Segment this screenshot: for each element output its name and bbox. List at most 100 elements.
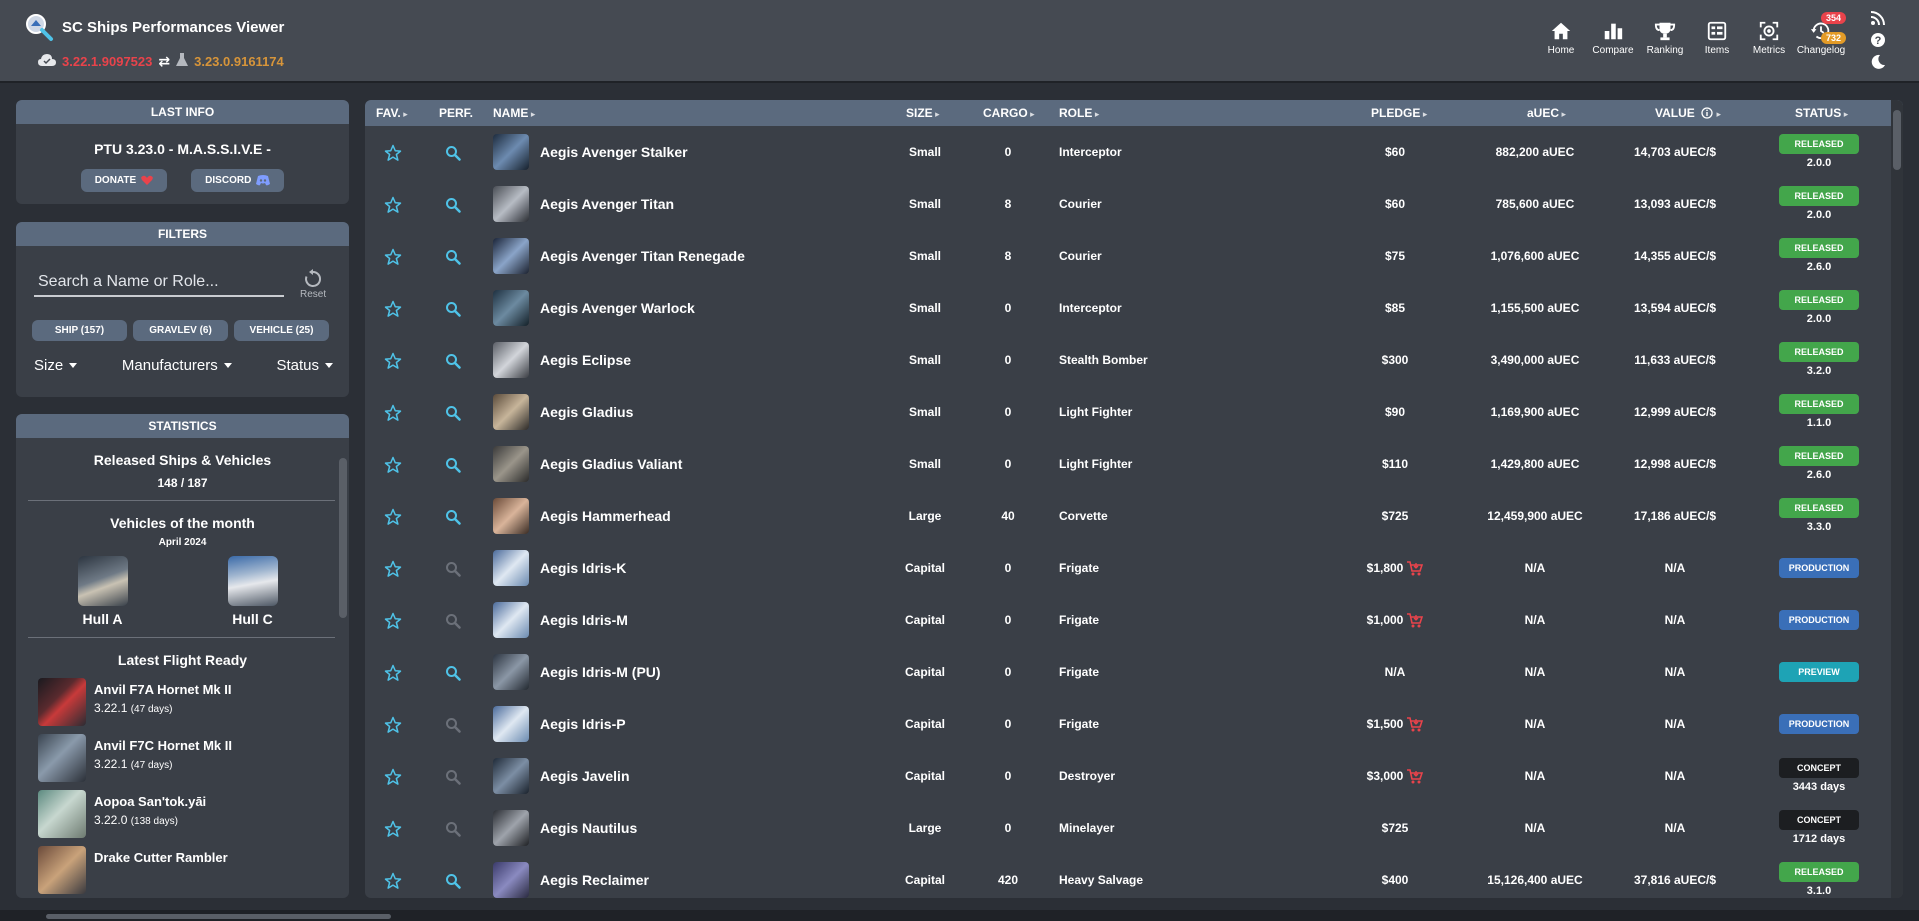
discord-button[interactable]: DISCORD (191, 169, 285, 192)
favorite-star-icon[interactable] (384, 230, 402, 282)
favorite-star-icon[interactable] (384, 282, 402, 334)
header-value[interactable]: VALUE ▸ (1655, 100, 1721, 127)
performance-search-icon[interactable] (445, 126, 461, 178)
horizontal-scrollbar[interactable] (0, 910, 1919, 921)
table-row[interactable]: Aegis Idris-P Capital 0 Frigate $1,500 N/A N/A… (365, 698, 1903, 750)
ship-name[interactable]: Aegis Nautilus (540, 802, 637, 854)
performance-search-icon[interactable] (445, 178, 461, 230)
ship-name[interactable]: Aegis Avenger Stalker (540, 126, 688, 178)
table-row[interactable]: Aegis Javelin Capital 0 Destroyer $3,000 N/A N… (365, 750, 1903, 802)
nav-compare[interactable]: Compare (1587, 20, 1639, 56)
table-row[interactable]: Aegis Gladius Valiant Small 0 Light Fighter… (365, 438, 1903, 490)
ship-name[interactable]: Aegis Gladius Valiant (540, 438, 682, 490)
donate-button[interactable]: DONATE (80, 169, 168, 192)
list-item[interactable]: Aopoa San'tok.yāi 3.22.0 (138 days) (38, 790, 349, 846)
performance-search-icon[interactable] (445, 490, 461, 542)
ship-name[interactable]: Aegis Javelin (540, 750, 630, 802)
performance-search-icon[interactable] (445, 646, 461, 698)
ship-name[interactable]: Aegis Idris-M (PU) (540, 646, 661, 698)
cart-icon[interactable] (1407, 717, 1424, 732)
size-dropdown[interactable]: Size (34, 357, 77, 374)
ship-name[interactable]: Aegis Avenger Titan (540, 178, 674, 230)
table-row[interactable]: Aegis Reclaimer Capital 420 Heavy Salvage $4… (365, 854, 1903, 898)
favorite-star-icon[interactable] (384, 126, 402, 178)
nav-changelog[interactable]: Changelog 354 732 (1795, 12, 1847, 56)
reset-button[interactable]: Reset (300, 269, 326, 300)
table-row[interactable]: Aegis Avenger Titan Renegade Small 8 Courie… (365, 230, 1903, 282)
chip-vehicle[interactable]: VEHICLE (25) (234, 320, 329, 341)
favorite-star-icon[interactable] (384, 542, 402, 594)
brand[interactable]: SC Ships Performances Viewer (24, 12, 284, 42)
favorite-star-icon[interactable] (384, 334, 402, 386)
favorite-star-icon[interactable] (384, 750, 402, 802)
vehicle-of-month-item[interactable]: Hull C (227, 556, 278, 627)
ship-name[interactable]: Aegis Hammerhead (540, 490, 671, 542)
ship-name[interactable]: Aegis Avenger Warlock (540, 282, 695, 334)
nav-items[interactable]: Items (1691, 20, 1743, 56)
header-fav[interactable]: FAV. (376, 100, 408, 127)
favorite-star-icon[interactable] (384, 698, 402, 750)
nav-ranking[interactable]: Ranking (1639, 20, 1691, 56)
favorite-star-icon[interactable] (384, 438, 402, 490)
header-name[interactable]: NAME (493, 100, 535, 127)
search-input[interactable] (34, 269, 284, 297)
header-status[interactable]: STATUS (1795, 100, 1848, 127)
scrollbar[interactable] (1891, 100, 1903, 898)
dark-mode-icon[interactable] (1870, 54, 1886, 70)
favorite-star-icon[interactable] (384, 646, 402, 698)
table-row[interactable]: Aegis Eclipse Small 0 Stealth Bomber $300 3,4… (365, 334, 1903, 386)
info-icon[interactable] (1701, 107, 1713, 119)
status-dropdown[interactable]: Status (276, 357, 333, 374)
list-item[interactable]: Drake Cutter Rambler (38, 846, 349, 898)
chip-gravlev[interactable]: GRAVLEV (6) (133, 320, 228, 341)
performance-search-icon[interactable] (445, 334, 461, 386)
performance-search-icon[interactable] (445, 854, 461, 898)
ship-name[interactable]: Aegis Idris-P (540, 698, 626, 750)
statistics-scroll-area[interactable]: Released Ships & Vehicles 148 / 187 Vehi… (16, 438, 349, 898)
manufacturers-dropdown[interactable]: Manufacturers (122, 357, 232, 374)
list-item[interactable]: Anvil F7C Hornet Mk II 3.22.1 (47 days) (38, 734, 349, 790)
table-row[interactable]: Aegis Idris-M Capital 0 Frigate $1,000 N/A N/A… (365, 594, 1903, 646)
header-pledge[interactable]: PLEDGE (1371, 100, 1427, 127)
table-row[interactable]: Aegis Gladius Small 0 Light Fighter $90 1,169… (365, 386, 1903, 438)
favorite-star-icon[interactable] (384, 386, 402, 438)
ship-name[interactable]: Aegis Eclipse (540, 334, 631, 386)
favorite-star-icon[interactable] (384, 490, 402, 542)
table-row[interactable]: Aegis Idris-M (PU) Capital 0 Frigate N/A N/A N… (365, 646, 1903, 698)
performance-search-icon[interactable] (445, 282, 461, 334)
list-item[interactable]: Anvil F7A Hornet Mk II 3.22.1 (47 days) (38, 678, 349, 734)
swap-icon[interactable]: ⇄ (158, 53, 170, 70)
header-cargo[interactable]: CARGO (983, 100, 1035, 127)
ship-name[interactable]: Aegis Avenger Titan Renegade (540, 230, 745, 282)
table-row[interactable]: Aegis Nautilus Large 0 Minelayer $725 N/A N/A C… (365, 802, 1903, 854)
chip-ship[interactable]: SHIP (157) (32, 320, 127, 341)
cart-icon[interactable] (1407, 769, 1424, 784)
header-role[interactable]: ROLE (1059, 100, 1099, 127)
cart-icon[interactable] (1407, 561, 1424, 576)
table-row[interactable]: Aegis Hammerhead Large 40 Corvette $725 12,45… (365, 490, 1903, 542)
performance-search-icon[interactable] (445, 438, 461, 490)
nav-metrics[interactable]: Metrics (1743, 20, 1795, 56)
rss-icon[interactable] (1870, 10, 1886, 26)
table-row[interactable]: Aegis Avenger Warlock Small 0 Interceptor $8… (365, 282, 1903, 334)
scrollbar[interactable] (337, 448, 347, 878)
favorite-star-icon[interactable] (384, 594, 402, 646)
table-row[interactable]: Aegis Idris-K Capital 0 Frigate $1,800 N/A N/A… (365, 542, 1903, 594)
scrollbar-thumb[interactable] (46, 914, 391, 919)
header-size[interactable]: SIZE (906, 100, 940, 127)
table-row[interactable]: Aegis Avenger Stalker Small 0 Interceptor $6… (365, 126, 1903, 178)
performance-search-icon[interactable] (445, 386, 461, 438)
nav-home[interactable]: Home (1535, 20, 1587, 56)
favorite-star-icon[interactable] (384, 854, 402, 898)
ship-name[interactable]: Aegis Reclaimer (540, 854, 649, 898)
vehicle-of-month-item[interactable]: Hull A (77, 556, 128, 627)
ship-name[interactable]: Aegis Gladius (540, 386, 633, 438)
scrollbar-thumb[interactable] (339, 458, 347, 618)
header-auec[interactable]: aUEC (1527, 100, 1566, 127)
help-icon[interactable]: ? (1870, 32, 1886, 48)
table-row[interactable]: Aegis Avenger Titan Small 8 Courier $60 785,6… (365, 178, 1903, 230)
performance-search-icon[interactable] (445, 230, 461, 282)
ship-name[interactable]: Aegis Idris-K (540, 542, 626, 594)
ship-name[interactable]: Aegis Idris-M (540, 594, 628, 646)
favorite-star-icon[interactable] (384, 802, 402, 854)
